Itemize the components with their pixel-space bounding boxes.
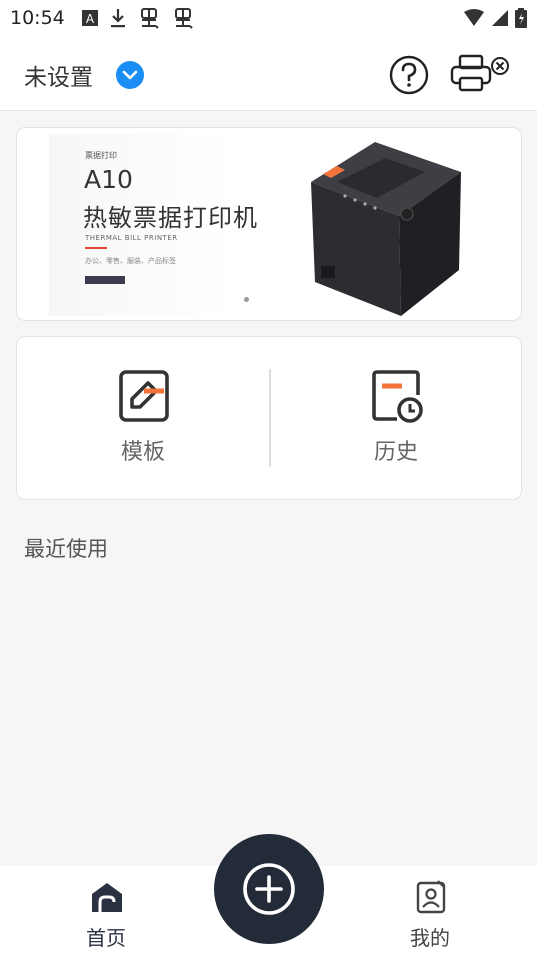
- status-bar: 10:54 A: [0, 0, 537, 36]
- bug-icon: [175, 8, 193, 29]
- svg-text:A: A: [86, 12, 95, 26]
- signal-icon: [492, 10, 508, 26]
- template-button[interactable]: 模板: [17, 337, 269, 499]
- wifi-icon: [464, 9, 484, 26]
- carousel-indicator[interactable]: [244, 297, 249, 302]
- promo-banner[interactable]: 票据打印 A10 热敏票据打印机 THERMAL BILL PRINTER 办公…: [16, 127, 522, 321]
- printer-status-button[interactable]: [450, 52, 514, 96]
- banner-model: A10: [84, 165, 133, 194]
- help-icon: [389, 55, 429, 95]
- nav-home[interactable]: 首页: [46, 866, 166, 956]
- banner-small-label: 票据打印: [85, 151, 117, 160]
- banner-accent-line: [85, 247, 107, 249]
- notification-a-icon: A: [82, 10, 98, 26]
- download-icon: [111, 9, 125, 28]
- banner-tags: 办公、零售、服装、产品标签: [85, 257, 176, 265]
- nav-mine[interactable]: 我的: [370, 866, 490, 956]
- status-icons-left: A: [82, 7, 194, 29]
- home-icon: [92, 883, 122, 912]
- nav-mine-label: 我的: [410, 926, 450, 950]
- history-label: 历史: [373, 440, 418, 465]
- banner-decor-bar: [85, 276, 125, 284]
- battery-icon: [515, 8, 527, 28]
- create-fab-button[interactable]: [214, 834, 324, 944]
- chevron-down-icon: [122, 70, 138, 80]
- recent-section-title: 最近使用: [24, 537, 108, 561]
- banner-english-subtitle: THERMAL BILL PRINTER: [85, 234, 178, 242]
- template-icon: [119, 370, 169, 422]
- history-icon: [372, 370, 423, 423]
- plus-circle-icon: [243, 863, 295, 915]
- history-button[interactable]: 历史: [270, 337, 522, 499]
- device-selector-button[interactable]: [116, 61, 144, 89]
- status-icons-right: [463, 7, 527, 29]
- help-button[interactable]: [388, 54, 430, 96]
- printer-disconnected-icon: [450, 54, 509, 92]
- bug-icon: [141, 8, 159, 29]
- device-name[interactable]: 未设置: [24, 58, 93, 92]
- template-label: 模板: [120, 440, 165, 465]
- status-time: 10:54: [10, 7, 65, 29]
- receipt-printer-illustration: [311, 142, 461, 316]
- app-header: 未设置: [0, 36, 537, 111]
- quick-actions-card: 模板 历史: [16, 336, 522, 500]
- nav-home-label: 首页: [86, 926, 126, 950]
- user-profile-icon: [416, 880, 446, 914]
- banner-headline: 热敏票据打印机: [83, 204, 258, 232]
